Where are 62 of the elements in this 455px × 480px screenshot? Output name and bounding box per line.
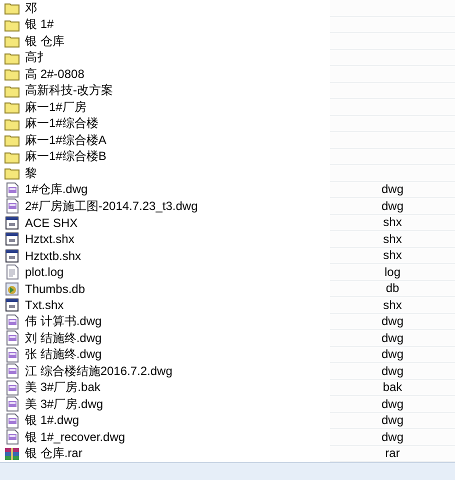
font-file-icon xyxy=(4,297,20,314)
type-cell: dwg xyxy=(330,330,455,346)
file-name[interactable]: Hztxtb.shx xyxy=(25,248,82,263)
file-name[interactable]: 麻一1#综合楼 xyxy=(25,115,98,132)
drawing-file-icon xyxy=(4,346,20,363)
file-name[interactable]: 伟 计算书.dwg xyxy=(25,313,102,330)
type-cell: dwg xyxy=(330,346,455,363)
file-name[interactable]: plot.log xyxy=(25,265,64,280)
archive-icon xyxy=(4,446,20,462)
file-name[interactable]: 高新科技-改方案 xyxy=(25,82,113,100)
type-cell: db xyxy=(330,280,455,297)
file-name[interactable]: 美 3#厂房.bak xyxy=(25,379,100,396)
type-cell: bak xyxy=(330,380,455,396)
type-cell: shx xyxy=(330,297,455,314)
drawing-file-icon xyxy=(4,429,20,446)
file-name[interactable]: 江 综合楼结施2016.7.2.dwg xyxy=(25,362,172,380)
file-name[interactable]: 银 1#_recover.dwg xyxy=(25,428,126,446)
file-name[interactable]: Txt.shx xyxy=(25,298,64,312)
file-name[interactable]: Hztxt.shx xyxy=(25,232,74,246)
file-name[interactable]: 高 2#-0808 xyxy=(25,66,84,83)
file-name[interactable]: Thumbs.db xyxy=(25,282,86,296)
type-cell: shx xyxy=(330,214,455,231)
font-file-icon xyxy=(4,231,20,248)
type-cell: dwg xyxy=(330,182,455,198)
drawing-file-icon xyxy=(4,363,20,380)
font-file-icon xyxy=(4,248,20,264)
text-file-icon xyxy=(4,264,20,280)
font-file-icon xyxy=(4,214,20,231)
file-name[interactable]: 1#仓库.dwg xyxy=(25,181,88,198)
drawing-file-icon xyxy=(4,314,20,330)
type-cell: dwg xyxy=(330,412,455,429)
drawing-file-icon xyxy=(4,396,20,412)
drawing-file-icon xyxy=(4,198,20,214)
type-cell: dwg xyxy=(330,198,455,214)
database-file-icon xyxy=(4,280,20,297)
file-name[interactable]: 邓 xyxy=(25,0,37,17)
file-name[interactable]: 张 结施终.dwg xyxy=(25,346,102,364)
type-cell: log xyxy=(330,264,455,280)
type-cell: dwg xyxy=(330,314,455,330)
drawing-file-icon xyxy=(4,182,20,198)
type-cell: rar xyxy=(330,446,455,462)
file-name[interactable]: 麻一1#综合楼B xyxy=(25,148,106,166)
type-cell: shx xyxy=(330,231,455,248)
file-name[interactable]: 银 1#.dwg xyxy=(25,412,80,430)
file-name[interactable]: 银 仓库.rar xyxy=(25,445,82,462)
file-name[interactable]: 银 仓库 xyxy=(25,32,64,50)
file-name[interactable]: 黎 xyxy=(25,164,37,182)
type-cell: shx xyxy=(330,248,455,264)
file-name[interactable]: 银 1# xyxy=(25,16,54,34)
file-name[interactable]: 刘 结施终.dwg xyxy=(25,330,102,347)
file-name[interactable]: 麻一1#综合楼A xyxy=(25,132,106,149)
drawing-file-icon xyxy=(4,412,20,429)
drawing-file-icon xyxy=(4,380,20,396)
type-cell: dwg xyxy=(330,363,455,380)
file-name[interactable]: 高扌 xyxy=(25,49,49,66)
drawing-file-icon xyxy=(4,330,20,346)
type-cell: dwg xyxy=(330,396,455,412)
file-name[interactable]: 美 3#厂房.dwg xyxy=(25,396,104,413)
file-name[interactable]: ACE SHX xyxy=(25,216,78,230)
type-cell: dwg xyxy=(330,429,455,446)
file-name[interactable]: 麻一1#厂房 xyxy=(25,98,86,116)
file-name[interactable]: 2#厂房施工图-2014.7.23_t3.dwg xyxy=(25,198,198,215)
